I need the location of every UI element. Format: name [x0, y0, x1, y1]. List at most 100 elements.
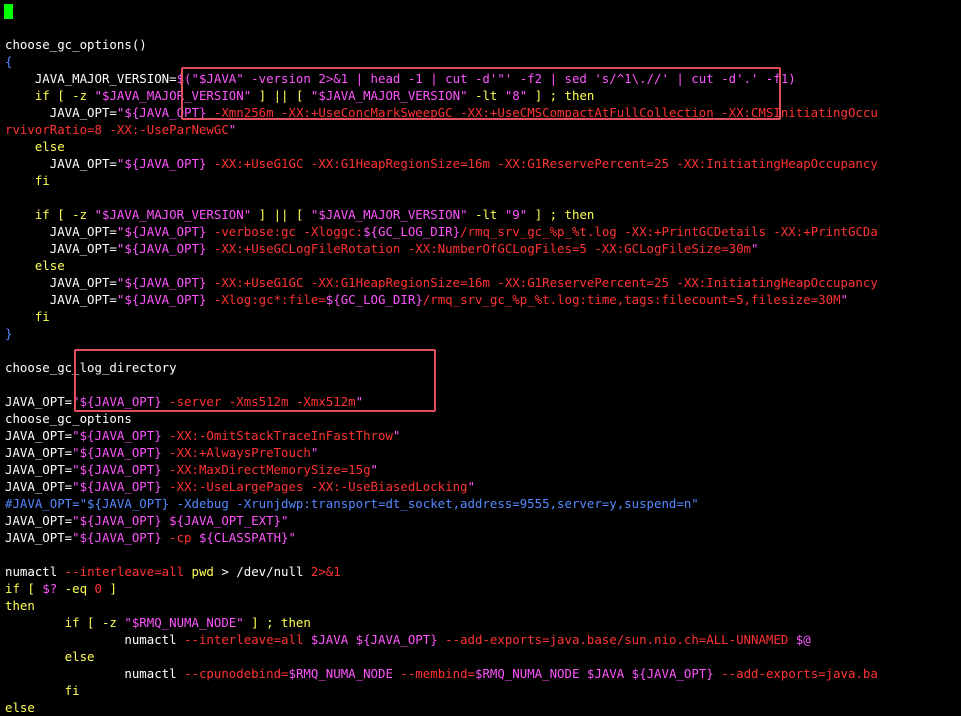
code-token: -Xmn256m -XX:+UseConcMarkSweepGC -XX:+Us… — [213, 105, 878, 120]
code-line: rvivorRatio=8 -XX:-UseParNewGC" — [5, 121, 236, 138]
code-token: "${JAVA_OPT} — [116, 224, 214, 239]
code-token: $@ — [795, 632, 811, 647]
code-line: if [ -z "$RMQ_NUMA_NODE" ] ; then — [5, 614, 311, 631]
code-token: --add-exports=java.base/sun.nio.ch=ALL-U… — [445, 632, 796, 647]
code-token: JAVA_MAJOR_VERSION= — [5, 71, 177, 86]
terminal-cursor — [4, 4, 13, 19]
code-token: rvivorRatio=8 -XX:-UseParNewGC — [5, 122, 229, 137]
code-token: JAVA_OPT= — [5, 224, 117, 239]
code-token: --interleave=all — [184, 632, 311, 647]
code-token: JAVA_OPT= — [5, 241, 117, 256]
code-token: ] ; then — [243, 615, 311, 630]
code-token: ${GC_LOG_DIR} — [325, 292, 423, 307]
code-token: if [ -z — [5, 207, 95, 222]
code-line: fi — [5, 682, 80, 699]
code-token: "9" — [504, 207, 528, 222]
code-token: ] ; then — [527, 88, 595, 103]
code-token: -lt — [467, 88, 505, 103]
code-token: if [ -z — [5, 615, 125, 630]
code-token: "${JAVA_OPT} — [72, 428, 170, 443]
code-token: "${JAVA_OPT} — [72, 462, 170, 477]
code-token: numactl — [5, 632, 185, 647]
code-line: JAVA_MAJOR_VERSION=$("$JAVA" -version 2>… — [5, 70, 796, 87]
code-token: choose_gc_options() — [5, 37, 147, 52]
code-token: choose_gc_options — [5, 411, 132, 426]
code-token: numactl — [5, 666, 185, 681]
code-token: --interleave=all — [64, 564, 192, 579]
code-token: -verbose:gc -Xloggc: — [213, 224, 364, 239]
code-token: -Xlog:gc*:file= — [213, 292, 326, 307]
code-token: -XX:+UseGCLogFileRotation -XX:NumberOfGC… — [213, 241, 751, 256]
code-line: JAVA_OPT="${JAVA_OPT} -Xlog:gc*:file=${G… — [5, 291, 848, 308]
code-token: else — [5, 700, 35, 715]
code-line: choose_gc_log_directory — [5, 359, 177, 376]
code-token: "$RMQ_NUMA_NODE" — [124, 615, 244, 630]
code-line: JAVA_OPT="${JAVA_OPT} -XX:+UseGCLogFileR… — [5, 240, 759, 257]
code-token: "${JAVA_OPT} — [72, 479, 170, 494]
code-token: "${JAVA_OPT} — [72, 394, 170, 409]
code-token: -server -Xms512m -Xmx512m — [169, 394, 356, 409]
code-line: if [ $? -eq 0 ] — [5, 580, 117, 597]
code-line: JAVA_OPT="${JAVA_OPT} -XX:-UseLargePages… — [5, 478, 475, 495]
code-token: choose_gc_log_directory — [5, 360, 177, 375]
code-token: " — [228, 122, 237, 137]
code-line: JAVA_OPT="${JAVA_OPT} -Xmn256m -XX:+UseC… — [5, 104, 878, 121]
code-token: JAVA_OPT= — [5, 513, 73, 528]
code-token: " — [355, 394, 364, 409]
code-token: 2>&1 — [310, 564, 341, 579]
code-token: $RMQ_NUMA_NODE — [288, 666, 401, 681]
code-line: else — [5, 648, 95, 665]
code-token: ${GC_LOG_DIR} — [363, 224, 461, 239]
terminal-window[interactable]: choose_gc_options() { JAVA_MAJOR_VERSION=… — [0, 0, 961, 715]
code-line: #JAVA_OPT="${JAVA_OPT} -Xdebug -Xrunjdwp… — [5, 495, 699, 512]
code-token: " — [392, 428, 401, 443]
code-line: JAVA_OPT="${JAVA_OPT} -verbose:gc -Xlogg… — [5, 223, 878, 240]
code-token: --add-exports=java.ba — [721, 666, 878, 681]
code-token: " — [840, 292, 848, 307]
code-token: " — [751, 241, 759, 256]
code-token: if [ -z — [5, 88, 95, 103]
code-token: " — [370, 462, 379, 477]
code-token: fi — [5, 173, 50, 188]
code-token: "$JAVA_MAJOR_VERSION" — [310, 207, 468, 222]
code-token: else — [5, 649, 95, 664]
code-line: else — [5, 699, 35, 716]
code-line: fi — [5, 172, 50, 189]
code-token: else — [5, 258, 65, 273]
code-line: numactl --cpunodebind=$RMQ_NUMA_NODE --m… — [5, 665, 878, 682]
code-token: $JAVA ${JAVA_OPT} — [310, 632, 446, 647]
code-token: ] ; then — [527, 207, 595, 222]
code-token: } — [5, 326, 13, 341]
code-token: { — [5, 54, 13, 69]
code-token: -XX:-UseLargePages -XX:-UseBiasedLocking — [169, 479, 468, 494]
code-token: -XX:-OmitStackTraceInFastThrow — [169, 428, 393, 443]
code-token: -eq — [57, 581, 95, 596]
code-token: "${JAVA_OPT} — [116, 156, 214, 171]
code-token: JAVA_OPT= — [5, 275, 117, 290]
code-token: pwd — [191, 564, 214, 579]
code-token: " — [310, 445, 319, 460]
code-token: else — [5, 139, 65, 154]
code-line: JAVA_OPT="${JAVA_OPT} -XX:+AlwaysPreTouc… — [5, 444, 318, 461]
code-token: $RMQ_NUMA_NODE $JAVA ${JAVA_OPT} — [475, 666, 722, 681]
code-token: $("$JAVA" -version 2>&1 | head -1 | cut … — [176, 71, 796, 86]
code-token: JAVA_OPT= — [5, 462, 73, 477]
code-token: --membind= — [400, 666, 475, 681]
code-token: JAVA_OPT= — [5, 292, 117, 307]
code-line: JAVA_OPT="${JAVA_OPT} -XX:MaxDirectMemor… — [5, 461, 378, 478]
code-token: "$JAVA_MAJOR_VERSION" — [310, 88, 468, 103]
code-line: JAVA_OPT="${JAVA_OPT} -cp ${CLASSPATH}" — [5, 529, 296, 546]
code-token: JAVA_OPT= — [5, 156, 117, 171]
code-token: /rmq_srv_gc_%p_%t.log -XX:+PrintGCDetail… — [460, 224, 878, 239]
code-token: /rmq_srv_gc_%p_%t.log:time,tags:filecoun… — [422, 292, 841, 307]
code-token: JAVA_OPT= — [5, 479, 73, 494]
code-line: if [ -z "$JAVA_MAJOR_VERSION" ] || [ "$J… — [5, 206, 595, 223]
code-token: numactl — [5, 564, 65, 579]
code-token: > /dev/null — [213, 564, 311, 579]
code-token: 0 — [94, 581, 103, 596]
code-token: -cp — [169, 530, 199, 545]
code-token: -lt — [467, 207, 505, 222]
code-line: JAVA_OPT="${JAVA_OPT} -XX:+UseG1GC -XX:G… — [5, 274, 878, 291]
code-token: ] || [ — [251, 88, 311, 103]
code-token: "${JAVA_OPT} — [116, 292, 214, 307]
